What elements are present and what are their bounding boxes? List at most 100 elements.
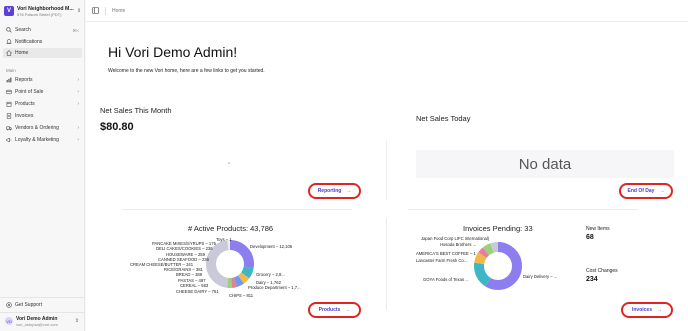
sidebar-item-label: Products [15,101,35,107]
sidebar-toggle-icon[interactable] [92,7,99,14]
invoices-label: Lancaster Farm Fresh Co... [416,258,468,263]
help-icon [6,302,12,308]
invoices-label: Hosoda Brothers ... [440,242,477,247]
sidebar-item-loyalty[interactable]: Loyalty & Marketing › [3,135,82,145]
net-sales-month-title: Net Sales This Month [100,106,172,115]
invoices-pending-title: Invoices Pending: 33 [463,224,533,233]
horizontal-divider [122,209,352,210]
chevron-right-icon: › [77,77,79,83]
home-icon [6,50,12,56]
products-button[interactable]: Products → [308,302,361,318]
active-products-label: DELI CAKES/COOKIES – 236 [156,246,213,251]
chevron-right-icon: › [77,101,79,107]
sidebar-item-label: Point of Sale [15,89,44,95]
vertical-divider [386,218,387,310]
sidebar-item-label: Home [15,50,29,56]
pos-icon [6,89,12,95]
sidebar-item-invoices[interactable]: Invoices [3,111,82,121]
sidebar-search-label: Search [15,27,31,33]
invoices-label-right: Dairy Delivery – ... [523,274,558,279]
avatar: VD [5,317,13,325]
invoices-button-label: Invoices [631,307,652,313]
active-products-title: # Active Products: 43,786 [188,224,274,233]
cost-changes-label: Cost Changes [586,268,618,274]
page-title: Hi Vori Demo Admin! [108,44,238,60]
box-icon [6,101,12,107]
section-label-main: Main [6,68,16,73]
chevron-right-icon: › [77,125,79,131]
invoice-icon [6,113,12,119]
store-switcher[interactable]: V Vori Neighborhood M... 576 Folsom Stre… [4,4,82,18]
sidebar-item-label: Reports [15,77,33,83]
no-data-placeholder: No data [416,150,674,178]
active-products-label: CEREAL – 563 [180,283,209,288]
reporting-button-label: Reporting [317,188,342,194]
user-name: Vori Demo Admin [16,315,58,322]
chevron-updown-icon: ⇕ [74,318,79,324]
store-name: Vori Neighborhood M... [17,5,74,12]
search-shortcut: ⌘K [72,27,79,33]
new-items-label: New Items [586,226,610,232]
end-of-day-button[interactable]: End Of Day → [619,183,673,199]
sidebar-search[interactable]: Search ⌘K [3,25,82,35]
chart-placeholder [228,162,230,164]
sidebar-item-home[interactable]: Home [3,48,82,58]
invoices-label: GOYA Foods of Texas ... [423,277,469,282]
truck-icon [6,126,12,131]
sidebar-item-vendors[interactable]: Vendors & Ordering › [3,123,82,133]
active-products-label: CHEESE DAIRY – 751 [176,289,219,294]
chevron-updown-icon: ⇕ [77,7,82,14]
store-address: 576 Folsom Street (PDT) [17,11,62,17]
active-products-label: Development – 12,106 [250,244,293,249]
sidebar-item-label: Loyalty & Marketing [15,137,59,143]
sidebar-item-label: Vendors & Ordering [15,125,59,131]
sidebar-item-products[interactable]: Products › [3,99,82,109]
topbar: Home [86,0,688,22]
active-products-label: Grocery – 2,9... [256,272,285,277]
net-sales-today-title: Net Sales Today [416,114,471,123]
welcome-text: Welcome to the new Vori home, here are a… [108,68,265,74]
active-products-label: BREAD – 389 [176,272,203,277]
main-content: Hi Vori Demo Admin! Welcome to the new V… [86,22,688,331]
sidebar-item-point-of-sale[interactable]: Point of Sale › [3,87,82,97]
invoices-label: Japan Food Corp LIFC International) [421,236,490,241]
sidebar-item-notifications[interactable]: Notifications [3,37,82,47]
breadcrumb[interactable]: Home [112,8,125,14]
user-email: vori_ostopsa@vori.com [16,321,58,327]
megaphone-icon [6,137,12,143]
invoices-label: AMERICA'S BEST COFFEE – 1 [416,251,476,256]
vertical-divider [386,140,387,200]
bell-icon [6,39,12,44]
sidebar-item-label: Notifications [15,39,43,45]
arrow-right-icon: → [346,188,352,194]
horizontal-divider [408,209,638,210]
net-sales-month-value: $80.80 [100,121,134,133]
sidebar-divider [0,297,85,298]
sidebar: V Vori Neighborhood M... 576 Folsom Stre… [0,0,85,331]
sidebar-item-label: Get Support [15,302,42,308]
active-products-label: Toys – 1 [216,237,232,242]
reporting-button[interactable]: Reporting → [308,183,361,199]
products-button-label: Products [318,307,341,313]
store-logo: V [4,6,14,16]
active-products-label: CHIPS – 811 [229,293,254,298]
search-icon [6,27,12,33]
chevron-right-icon: › [77,89,79,95]
sidebar-item-reports[interactable]: Reports › [3,75,82,85]
breadcrumb-separator [105,6,106,15]
arrow-right-icon: → [345,307,351,313]
sidebar-divider [0,312,85,313]
arrow-right-icon: → [659,188,665,194]
cost-changes-value: 234 [586,276,598,283]
sidebar-item-label: Invoices [15,113,34,119]
user-menu[interactable]: VD Vori Demo Admin vori_ostopsa@vori.com… [3,315,82,327]
end-of-day-button-label: End Of Day [627,188,655,194]
chevron-right-icon: › [77,137,79,143]
invoices-button[interactable]: Invoices → [621,302,673,318]
invoices-donut [474,242,522,290]
chart-icon [6,77,12,83]
sidebar-item-support[interactable]: Get Support [3,300,82,310]
arrow-right-icon: → [657,307,662,313]
active-products-label: Produce Department – 1,7... [248,285,301,290]
new-items-value: 68 [586,234,594,241]
